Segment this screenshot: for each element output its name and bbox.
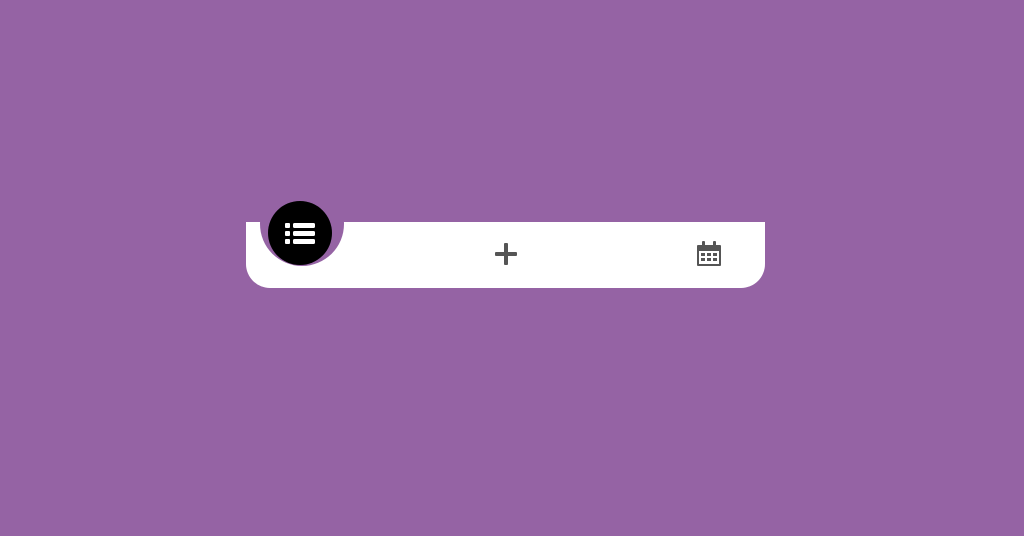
app-background — [0, 0, 1024, 536]
nav-item-calendar[interactable] — [687, 232, 731, 276]
plus-icon — [495, 243, 517, 265]
calendar-icon — [697, 241, 721, 266]
list-icon — [285, 223, 315, 244]
nav-item-add[interactable] — [484, 232, 528, 276]
nav-item-list[interactable] — [268, 201, 332, 265]
